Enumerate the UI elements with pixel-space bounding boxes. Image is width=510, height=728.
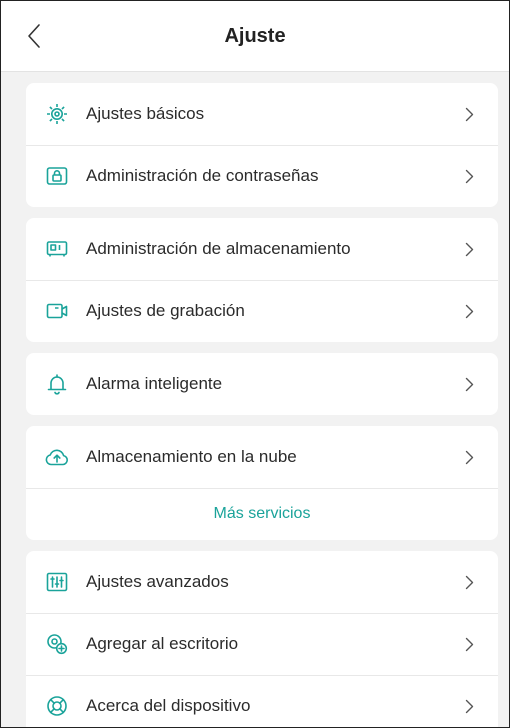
row-label: Administración de contraseñas: [86, 166, 319, 185]
chevron-right-icon: [464, 168, 474, 184]
row-recording-settings[interactable]: Ajustes de grabación: [26, 280, 498, 342]
page-title: Ajuste: [224, 25, 286, 47]
settings-list: Ajustes básicos Administración de contra…: [1, 72, 509, 727]
row-basic-settings[interactable]: Ajustes básicos: [26, 83, 498, 145]
row-label: Ajustes de grabación: [86, 301, 245, 320]
row-cloud-storage[interactable]: Almacenamiento en la nube: [26, 426, 498, 488]
settings-group-storage: Administración de almacenamiento Ajustes…: [26, 218, 498, 342]
row-label: Alarma inteligente: [86, 374, 223, 393]
sliders-icon: [44, 569, 70, 595]
row-label: Ajustes básicos: [86, 104, 205, 123]
storage-icon: [44, 236, 70, 262]
row-storage-management[interactable]: Administración de almacenamiento: [26, 218, 498, 280]
chevron-right-icon: [464, 241, 474, 257]
chevron-right-icon: [464, 698, 474, 714]
video-camera-icon: [44, 298, 70, 324]
header: Ajuste: [1, 1, 509, 72]
row-label: Ajustes avanzados: [86, 572, 229, 591]
row-password-management[interactable]: Administración de contraseñas: [26, 145, 498, 207]
settings-group-basic: Ajustes básicos Administración de contra…: [26, 83, 498, 207]
chevron-right-icon: [464, 303, 474, 319]
add-desktop-icon: [44, 631, 70, 657]
row-add-to-desktop[interactable]: Agregar al escritorio: [26, 613, 498, 675]
cloud-upload-icon: [44, 444, 70, 470]
settings-group-alarm: Alarma inteligente: [26, 353, 498, 415]
settings-screen: Ajuste Ajustes básicos Administración de…: [0, 0, 510, 728]
row-about-device[interactable]: Acerca del dispositivo: [26, 675, 498, 727]
row-label: Agregar al escritorio: [86, 634, 239, 653]
row-label: Administración de almacenamiento: [86, 239, 351, 258]
row-label: Acerca del dispositivo: [86, 696, 251, 715]
gear-icon: [44, 101, 70, 127]
row-advanced-settings[interactable]: Ajustes avanzados: [26, 551, 498, 613]
lock-icon: [44, 163, 70, 189]
more-services-link[interactable]: Más servicios: [26, 488, 498, 540]
chevron-right-icon: [464, 574, 474, 590]
settings-group-cloud: Almacenamiento en la nube Más servicios: [26, 426, 498, 540]
lifebuoy-icon: [44, 693, 70, 719]
chevron-right-icon: [464, 636, 474, 652]
bell-icon: [44, 371, 70, 397]
chevron-right-icon: [464, 449, 474, 465]
chevron-right-icon: [464, 376, 474, 392]
settings-group-advanced: Ajustes avanzados Agregar al escritorio …: [26, 551, 498, 727]
row-label: Almacenamiento en la nube: [86, 447, 297, 466]
row-smart-alarm[interactable]: Alarma inteligente: [26, 353, 498, 415]
chevron-right-icon: [464, 106, 474, 122]
